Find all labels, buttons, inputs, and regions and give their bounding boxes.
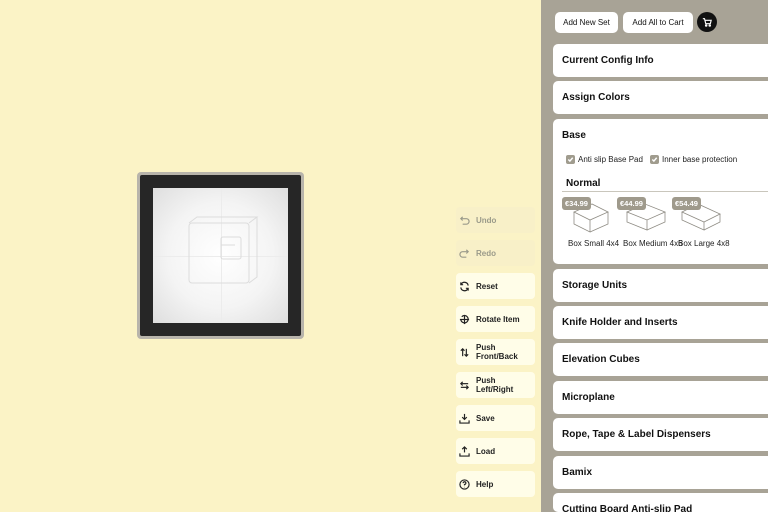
checkbox-checked-icon — [566, 155, 575, 164]
refresh-icon — [459, 281, 470, 292]
redo-icon — [459, 248, 470, 259]
section-header: Cutting Board Anti-slip Pad — [562, 504, 693, 512]
inner-protection-checkbox[interactable]: Inner base protection — [650, 155, 737, 164]
anti-slip-label: Anti slip Base Pad — [578, 155, 643, 164]
section-header: Elevation Cubes — [562, 354, 640, 365]
tray-frame — [140, 175, 301, 336]
push-left-right-button[interactable]: Push Left/Right — [456, 372, 535, 398]
section-current-config[interactable]: Current Config Info — [553, 44, 768, 77]
section-knife-holder[interactable]: Knife Holder and Inserts — [553, 306, 768, 339]
section-assign-colors[interactable]: Assign Colors — [553, 81, 768, 114]
rotate-item-button[interactable]: Rotate Item — [456, 306, 535, 332]
load-label: Load — [476, 446, 496, 456]
help-icon — [459, 478, 470, 490]
size-group-label: Normal — [566, 178, 601, 189]
section-bamix[interactable]: Bamix — [553, 456, 768, 489]
section-header: Knife Holder and Inserts — [562, 317, 678, 328]
push-front-back-button[interactable]: Push Front/Back — [456, 339, 535, 365]
rotate-item-label: Rotate Item — [476, 314, 520, 324]
product-name: Box Small 4x4 — [568, 239, 620, 248]
price-badge: €34.99 — [562, 197, 591, 210]
box-outline-sketch — [188, 216, 259, 284]
section-cutting-board[interactable]: Cutting Board Anti-slip Pad — [553, 493, 768, 512]
arrows-horizontal-icon — [459, 380, 470, 391]
product-name: Box Large 4x8 — [678, 239, 730, 248]
cart-icon — [702, 18, 712, 27]
redo-button[interactable]: Redo — [456, 240, 535, 266]
undo-label: Undo — [476, 215, 497, 225]
section-base: Base Anti slip Base Pad Inner base prote… — [553, 119, 768, 264]
rotate-icon — [459, 314, 470, 325]
undo-button[interactable]: Undo — [456, 207, 535, 233]
section-header: Microplane — [562, 392, 615, 403]
add-all-to-cart-button[interactable]: Add All to Cart — [623, 12, 693, 33]
tray-floor — [153, 188, 288, 323]
price-badge: €54.49 — [672, 197, 701, 210]
section-header: Current Config Info — [562, 55, 654, 66]
push-front-back-label: Push Front/Back — [476, 343, 518, 361]
section-header: Bamix — [562, 467, 593, 478]
inner-protection-label: Inner base protection — [662, 155, 738, 164]
section-dispensers[interactable]: Rope, Tape & Label Dispensers — [553, 418, 768, 451]
divider — [562, 191, 768, 192]
save-button[interactable]: Save — [456, 405, 535, 431]
undo-icon — [459, 215, 470, 226]
help-button[interactable]: Help — [456, 471, 535, 497]
reset-button[interactable]: Reset — [456, 273, 535, 299]
cart-button[interactable] — [697, 12, 717, 32]
arrows-vertical-icon — [459, 347, 470, 358]
product-name: Box Medium 4x6 — [623, 239, 683, 248]
tray-model[interactable] — [137, 172, 304, 339]
section-elevation-cubes[interactable]: Elevation Cubes — [553, 343, 768, 376]
upload-icon — [459, 445, 470, 457]
section-storage-units[interactable]: Storage Units — [553, 269, 768, 302]
section-header: Rope, Tape & Label Dispensers — [562, 429, 711, 440]
help-label: Help — [476, 479, 494, 489]
section-header: Assign Colors — [562, 92, 630, 103]
download-icon — [459, 413, 470, 424]
add-new-set-button[interactable]: Add New Set — [555, 12, 618, 33]
section-microplane[interactable]: Microplane — [553, 381, 768, 414]
reset-label: Reset — [476, 281, 498, 291]
push-left-right-label: Push Left/Right — [476, 376, 514, 394]
config-panel: Add New Set Add All to Cart Current Conf… — [541, 0, 768, 512]
section-header: Storage Units — [562, 280, 628, 291]
redo-label: Redo — [476, 248, 496, 258]
load-button[interactable]: Load — [456, 438, 535, 464]
anti-slip-checkbox[interactable]: Anti slip Base Pad — [566, 155, 643, 164]
price-badge: €44.99 — [617, 197, 646, 210]
save-label: Save — [476, 413, 495, 423]
checkbox-checked-icon — [650, 155, 659, 164]
section-header[interactable]: Base — [553, 119, 768, 151]
